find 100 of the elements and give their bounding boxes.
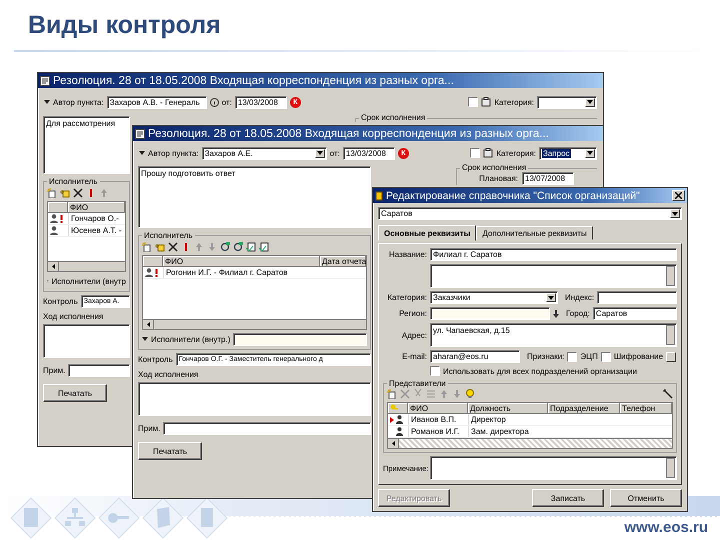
checkbox[interactable] [600,352,611,362]
column-header[interactable]: Дата отчета [320,256,366,267]
app-icon [375,190,383,200]
refresh-icon[interactable] [233,242,243,252]
progress-label: Ход исполнения [43,312,104,321]
date-label: от: [222,98,232,106]
planned-date-field[interactable]: 13/07/2008 [522,172,574,185]
down-arrow-icon[interactable] [553,310,559,318]
report-icon[interactable] [246,242,256,252]
author-dropdown[interactable]: Захаров А.Е. [202,146,327,160]
name-field[interactable]: Филиал г. Саратов [430,248,677,261]
author-label: Автор пункта: [148,148,199,158]
info-icon[interactable] [210,98,219,106]
dropdown-arrow-icon[interactable] [316,151,323,155]
group-label: Исполнитель [143,231,194,240]
internal-executors-label: Исполнители (внутр [52,276,126,286]
refresh-icon[interactable] [220,242,230,252]
group-label: Исполнитель [48,177,99,186]
progress-label: Ход исполнения [138,370,200,379]
checkbox[interactable] [468,97,478,107]
city-label: Город: [566,309,590,318]
left-arrow-icon[interactable] [146,322,150,327]
table-cell: Зам. директора [468,426,548,437]
dropdown-arrow-icon[interactable] [548,296,554,300]
note-text-area[interactable] [430,456,677,480]
slide-title: Виды контроля [28,10,221,40]
category-label: Категория: [496,148,536,158]
progress-text-area[interactable] [138,382,371,416]
group-label: Срок исполнения [360,114,426,122]
internal-executors-field[interactable] [233,332,367,346]
print-button[interactable]: Печатать [43,384,107,402]
print-button[interactable]: Печатать [138,442,202,460]
resolution-text-area[interactable]: Прошу подготовить ответ [138,166,371,228]
date-field[interactable]: 13/03/2008 [342,146,395,160]
wand-icon[interactable] [663,389,673,399]
dropdown-arrow-icon[interactable] [672,212,678,216]
checkbox-label: Использовать для всех подразделений организации [443,366,637,376]
report-icon[interactable] [259,242,269,252]
name-extra-text-area[interactable] [430,264,677,288]
settings-button[interactable] [666,352,676,362]
category-dropdown[interactable] [537,96,597,108]
checkbox[interactable] [470,148,480,158]
note-field[interactable] [163,422,371,435]
person-icon [396,415,403,424]
left-arrow-icon[interactable] [392,441,394,446]
close-button[interactable] [672,190,685,201]
note-field[interactable] [68,364,130,377]
scrollbar[interactable] [48,261,125,271]
category-dropdown[interactable]: Запрос [539,146,597,160]
app-icon [40,76,50,86]
scrollbar[interactable] [388,438,672,448]
document-icon[interactable] [483,148,494,158]
region-field[interactable] [430,307,550,320]
scrollbar[interactable] [666,325,675,345]
column-header[interactable]: Подразделение [548,403,620,414]
dialog-button[interactable]: Записать [532,489,604,507]
website-url[interactable]: www.eos.ru [624,519,708,540]
address-text-area[interactable]: ул. Чапаевская, д.15 [430,323,677,347]
person-icon [50,214,58,223]
index-field[interactable] [597,291,677,304]
new-icon[interactable] [47,188,57,198]
city-field[interactable]: Саратов [592,307,677,320]
checkbox[interactable] [567,352,578,362]
author-field[interactable]: Захаров А.В. - Генераль [106,96,207,108]
bulb-icon[interactable] [465,389,475,399]
scrollbar[interactable] [666,266,675,286]
column-header[interactable]: ФИО [163,256,320,267]
tab[interactable]: Дополнительные реквизиты [476,226,593,240]
planned-label: Плановая: [479,174,518,183]
checkbox-label: Шифрование [614,352,664,361]
dialog-button[interactable]: Отменить [610,489,682,507]
left-arrow-icon[interactable] [52,264,54,269]
caret-icon[interactable] [142,336,148,342]
tab[interactable]: Основные реквизиты [378,225,476,241]
category-label: Категория: [494,98,534,106]
dropdown-arrow-icon[interactable] [587,151,593,155]
date-field[interactable]: 13/03/2008 [234,96,287,108]
caret-icon[interactable] [44,99,50,105]
new-icon[interactable] [387,389,397,399]
email-field[interactable]: aharan@eos.ru [430,350,520,363]
scrollbar[interactable] [666,458,675,478]
scrollbar[interactable] [143,319,366,329]
resolution-text-area[interactable]: Для рассмотрения [43,116,130,174]
column-header[interactable]: ФИО [408,403,468,414]
new-icon[interactable] [142,242,152,252]
internal-executors-label: Исполнители (внутр.) [151,334,230,344]
control-label: Контроль [138,355,173,364]
delete-icon[interactable] [73,188,83,198]
organization-dropdown[interactable]: Саратов [378,207,682,220]
dropdown-arrow-icon[interactable] [587,100,593,104]
control-label: Контроль [43,297,78,306]
progress-text-area[interactable] [43,324,130,358]
column-header[interactable]: Телефон [620,403,672,414]
delete-icon[interactable] [168,242,178,252]
column-header[interactable]: Должность [468,403,548,414]
caret-icon[interactable] [139,150,145,156]
category-dropdown[interactable]: Заказчики [430,291,558,304]
key-icon [98,497,140,539]
document-icon[interactable] [481,97,492,107]
checkbox[interactable] [430,366,440,376]
